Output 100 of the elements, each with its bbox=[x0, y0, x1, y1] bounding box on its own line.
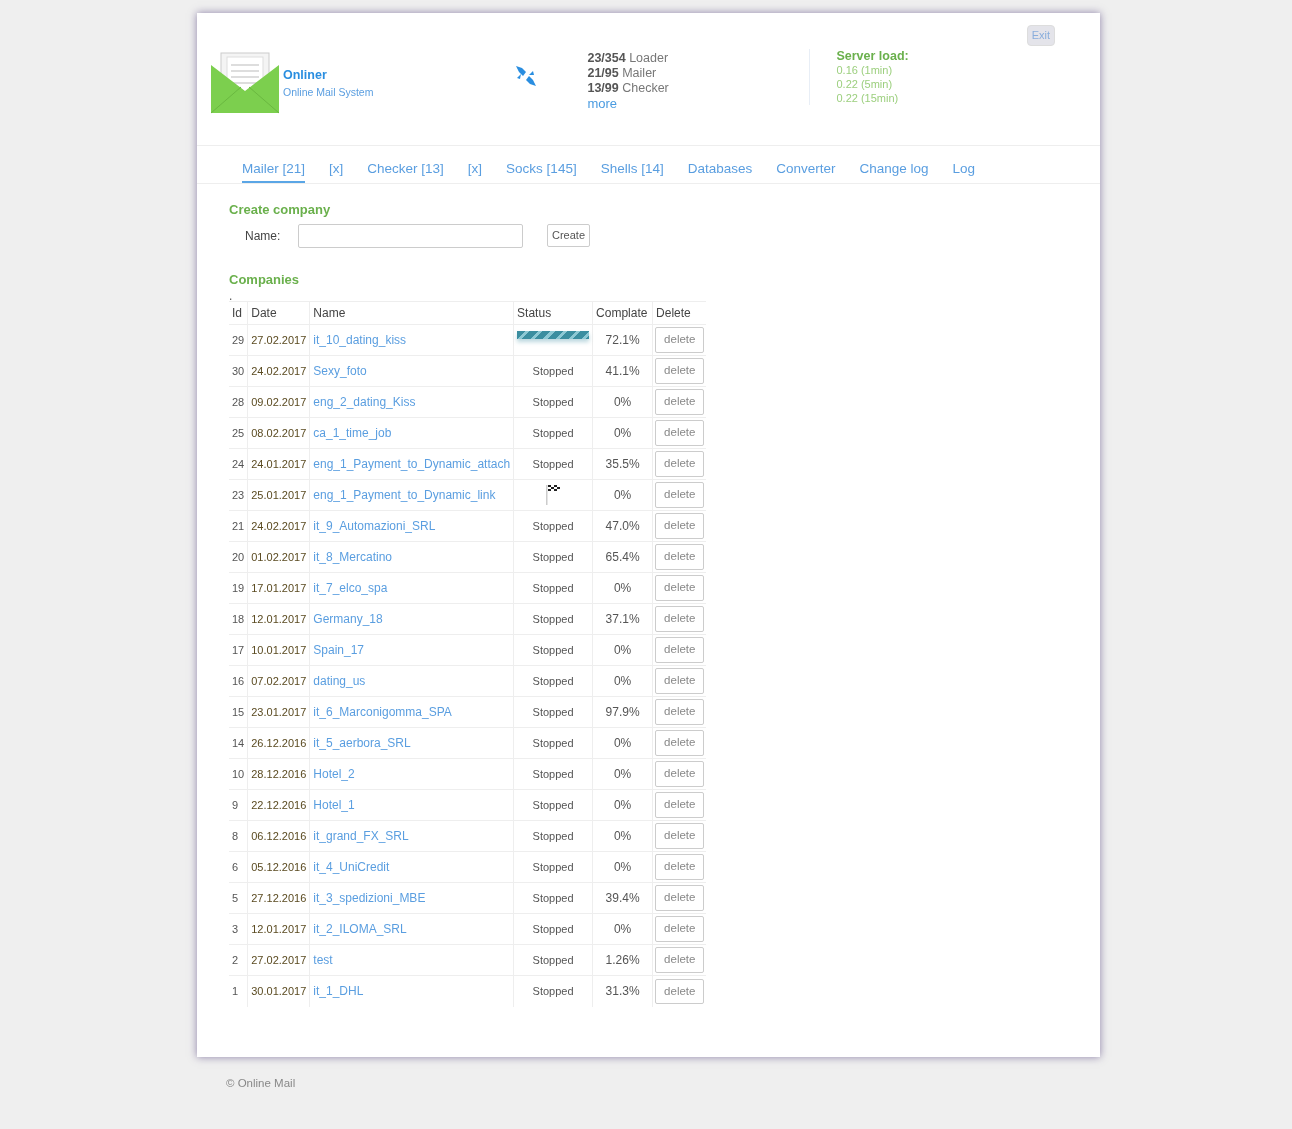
nav-tab[interactable]: Change log bbox=[859, 150, 929, 183]
company-link[interactable]: it_1_DHL bbox=[313, 984, 364, 999]
nav-tab[interactable]: Databases bbox=[687, 150, 753, 183]
date-cell: 28.12.2016 bbox=[247, 758, 310, 790]
date-cell: 27.02.2017 bbox=[247, 944, 310, 976]
status-cell: Stopped bbox=[513, 944, 593, 976]
delete-button[interactable]: delete bbox=[655, 451, 705, 477]
status-cell: Stopped bbox=[513, 789, 593, 821]
delete-button[interactable]: delete bbox=[655, 668, 705, 694]
company-link[interactable]: Hotel_2 bbox=[313, 767, 355, 781]
column-header: Status bbox=[513, 301, 593, 325]
company-link[interactable]: it_3_spedizioni_MBE bbox=[313, 891, 426, 905]
company-link[interactable]: Spain_17 bbox=[313, 643, 365, 657]
delete-button[interactable]: delete bbox=[655, 420, 705, 446]
nav-tab[interactable]: Log bbox=[952, 150, 976, 183]
date-cell: 23.01.2017 bbox=[247, 696, 310, 728]
nav-tab[interactable]: Socks [145] bbox=[506, 150, 577, 183]
delete-button[interactable]: delete bbox=[655, 885, 705, 911]
complete-cell: 0% bbox=[592, 913, 653, 945]
complete-cell: 0% bbox=[592, 417, 653, 449]
column-header: Date bbox=[247, 301, 310, 325]
delete-button[interactable]: delete bbox=[655, 606, 705, 632]
complete-cell: 41.1% bbox=[592, 355, 653, 387]
id-cell: 14 bbox=[229, 727, 248, 759]
complete-cell: 0% bbox=[592, 665, 653, 697]
complete-cell: 35.5% bbox=[592, 448, 653, 480]
company-link[interactable]: it_2_ILOMA_SRL bbox=[313, 922, 407, 936]
complete-cell: 72.1% bbox=[592, 324, 653, 356]
more-link[interactable]: more bbox=[587, 96, 618, 111]
status-cell: Stopped bbox=[513, 913, 593, 945]
company-link[interactable]: it_7_elco_spa bbox=[313, 581, 388, 595]
complete-cell: 37.1% bbox=[592, 603, 653, 635]
id-cell: 6 bbox=[229, 851, 248, 883]
status-cell: Stopped bbox=[513, 386, 593, 418]
id-cell: 17 bbox=[229, 634, 248, 666]
delete-button[interactable]: delete bbox=[655, 947, 705, 973]
delete-button[interactable]: delete bbox=[655, 854, 705, 880]
date-cell: 27.02.2017 bbox=[247, 324, 310, 356]
company-link[interactable]: eng_1_Payment_to_Dynamic_link bbox=[313, 488, 496, 502]
exit-button[interactable]: Exit bbox=[1026, 25, 1055, 46]
date-cell: 07.02.2017 bbox=[247, 665, 310, 697]
complete-cell: 0% bbox=[592, 820, 653, 852]
company-link[interactable]: ca_1_time_job bbox=[313, 426, 392, 440]
company-link[interactable]: Hotel_1 bbox=[313, 798, 355, 812]
delete-button[interactable]: delete bbox=[655, 575, 705, 601]
nav-tab[interactable]: Checker [13] bbox=[367, 150, 444, 183]
date-cell: 05.12.2016 bbox=[247, 851, 310, 883]
company-link[interactable]: eng_1_Payment_to_Dynamic_attach bbox=[313, 457, 511, 471]
complete-cell: 39.4% bbox=[592, 882, 653, 914]
delete-button[interactable]: delete bbox=[655, 389, 705, 415]
field-label: Name: bbox=[245, 227, 282, 245]
company-link[interactable]: Germany_18 bbox=[313, 612, 383, 626]
delete-button[interactable]: delete bbox=[655, 482, 705, 508]
section-title: Create company bbox=[229, 201, 332, 219]
delete-button[interactable]: delete bbox=[655, 730, 705, 756]
id-cell: 21 bbox=[229, 510, 248, 542]
delete-button[interactable]: delete bbox=[655, 513, 705, 539]
delete-button[interactable]: delete bbox=[655, 327, 705, 353]
complete-cell: 0% bbox=[592, 572, 653, 604]
delete-button[interactable]: delete bbox=[655, 544, 705, 570]
delete-button[interactable]: delete bbox=[655, 358, 705, 384]
complete-cell: 0% bbox=[592, 789, 653, 821]
counter-text: 21/95 Mailer bbox=[587, 66, 658, 81]
nav-tab[interactable]: [x] bbox=[467, 150, 483, 183]
delete-button[interactable]: delete bbox=[655, 823, 705, 849]
create-button[interactable]: Create bbox=[547, 224, 591, 247]
company-link[interactable]: it_8_Mercatino bbox=[313, 550, 393, 564]
server-load-value: 0.22 (15min) bbox=[836, 91, 900, 105]
delete-button[interactable]: delete bbox=[655, 792, 705, 818]
delete-button[interactable]: delete bbox=[655, 699, 705, 725]
status-cell: Stopped bbox=[513, 975, 593, 1007]
nav-tab[interactable]: Shells [14] bbox=[600, 150, 664, 183]
status-cell: Stopped bbox=[513, 572, 593, 604]
company-link[interactable]: it_grand_FX_SRL bbox=[313, 829, 409, 843]
complete-cell: 0% bbox=[592, 851, 653, 883]
company-link[interactable]: Sexy_foto bbox=[313, 364, 367, 378]
status-cell: Stopped bbox=[513, 448, 593, 480]
delete-button[interactable]: delete bbox=[655, 916, 705, 942]
date-cell: 24.02.2017 bbox=[247, 510, 310, 542]
complete-cell: 0% bbox=[592, 727, 653, 759]
company-link[interactable]: dating_us bbox=[313, 674, 366, 688]
nav-tab[interactable]: Mailer [21] bbox=[242, 150, 306, 183]
name-input[interactable] bbox=[298, 223, 523, 248]
nav-tab[interactable]: [x] bbox=[329, 150, 344, 183]
date-cell: 12.01.2017 bbox=[247, 913, 310, 945]
delete-button[interactable]: delete bbox=[655, 637, 705, 663]
company-link[interactable]: eng_2_dating_Kiss bbox=[313, 395, 416, 409]
id-cell: 1 bbox=[229, 975, 248, 1007]
company-link[interactable]: it_4_UniCredit bbox=[313, 860, 390, 874]
company-link[interactable]: it_10_dating_kiss bbox=[313, 333, 407, 347]
nav-tab[interactable]: Converter bbox=[776, 150, 836, 183]
delete-button[interactable]: delete bbox=[655, 978, 705, 1004]
id-cell: 10 bbox=[229, 758, 248, 790]
company-link[interactable]: it_9_Automazioni_SRL bbox=[313, 519, 436, 533]
company-link[interactable]: test bbox=[313, 953, 333, 967]
company-link[interactable]: it_5_aerbora_SRL bbox=[313, 736, 411, 750]
company-link[interactable]: it_6_Marconigomma_SPA bbox=[313, 705, 452, 719]
delete-button[interactable]: delete bbox=[655, 761, 705, 787]
date-cell: 30.01.2017 bbox=[247, 975, 310, 1007]
id-cell: 18 bbox=[229, 603, 248, 635]
